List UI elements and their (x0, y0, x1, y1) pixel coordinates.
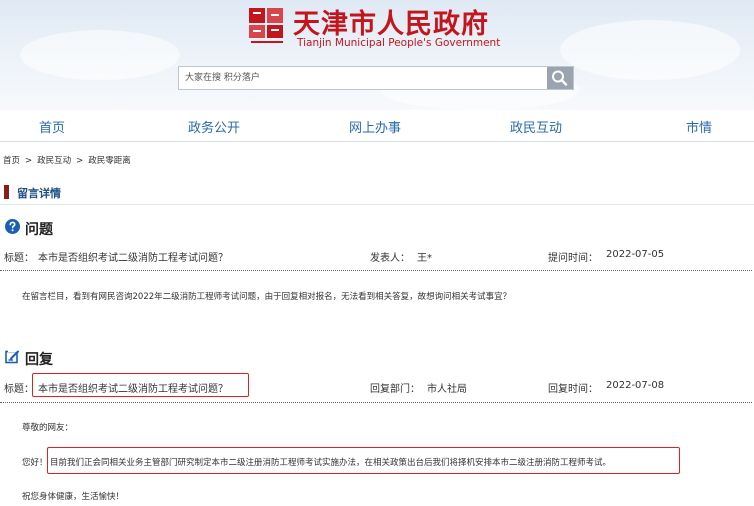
section-title: 留言详情 (17, 187, 61, 200)
question-divider (0, 270, 752, 271)
breadcrumb-current[interactable]: 政民零距离 (88, 156, 131, 166)
nav-item-city-info[interactable]: 市情 (686, 117, 712, 136)
breadcrumb-home[interactable]: 首页 (3, 156, 20, 166)
site-title[interactable]: 天津市人民政府 (293, 2, 489, 41)
search-input[interactable] (185, 67, 541, 89)
reply-heading: 回复 (25, 352, 53, 368)
nav-item-interaction[interactable]: 政民互动 (510, 117, 562, 136)
reply-dept-label: 回复部门： (370, 384, 420, 395)
question-content: 在留言栏目，看到有网民咨询2022年二级消防工程师考试问题，由于回复相对报名，无… (22, 292, 512, 302)
search-icon (552, 70, 568, 86)
reply-body-prefix: 您好！ (22, 458, 48, 468)
question-poster: 王* (417, 253, 432, 264)
section-divider (0, 204, 754, 205)
site-header: 天津市人民政府 Tianjin Municipal People's Gover… (0, 0, 754, 110)
question-heading: 问题 (25, 222, 53, 238)
cloud-decoration (20, 30, 180, 80)
reply-divider (0, 402, 752, 403)
question-subject-label: 标题： (4, 253, 34, 264)
search-button[interactable] (547, 67, 573, 89)
cloud-decoration (560, 20, 740, 80)
question-time: 2022-07-05 (606, 249, 665, 260)
reply-greeting: 尊敬的网友： (22, 423, 74, 433)
highlight-box-reply (47, 447, 680, 474)
reply-closing: 祝您身体健康，生活愉快！ (22, 492, 125, 502)
nav-item-home[interactable]: 首页 (39, 117, 65, 136)
nav-item-online-services[interactable]: 网上办事 (349, 117, 401, 136)
question-time-label: 提问时间： (548, 253, 598, 264)
reply-dept: 市人社局 (427, 384, 467, 395)
nav-divider (0, 141, 754, 142)
question-poster-label: 发表人： (370, 253, 410, 264)
nav-item-government-affairs[interactable]: 政务公开 (188, 117, 240, 136)
question-icon (5, 219, 20, 234)
breadcrumb-separator: > (76, 156, 84, 166)
reply-time: 2022-07-08 (606, 380, 665, 391)
reply-edit-icon (5, 350, 19, 364)
tianjin-logo[interactable] (247, 6, 287, 46)
question-subject: 本市是否组织考试二级消防工程考试问题？ (38, 253, 228, 264)
site-title-english: Tianjin Municipal People's Government (297, 37, 501, 49)
highlight-box-subject (32, 373, 249, 397)
breadcrumb-interaction[interactable]: 政民互动 (37, 156, 71, 166)
search-bar (178, 66, 574, 90)
breadcrumb: 首页 > 政民互动 > 政民零距离 (3, 154, 131, 166)
reply-subject-label: 标题： (4, 384, 34, 395)
main-nav: 首页 政务公开 网上办事 政民互动 市情 (0, 117, 754, 139)
section-marker (4, 185, 9, 199)
breadcrumb-separator: > (25, 156, 33, 166)
reply-time-label: 回复时间： (548, 384, 598, 395)
